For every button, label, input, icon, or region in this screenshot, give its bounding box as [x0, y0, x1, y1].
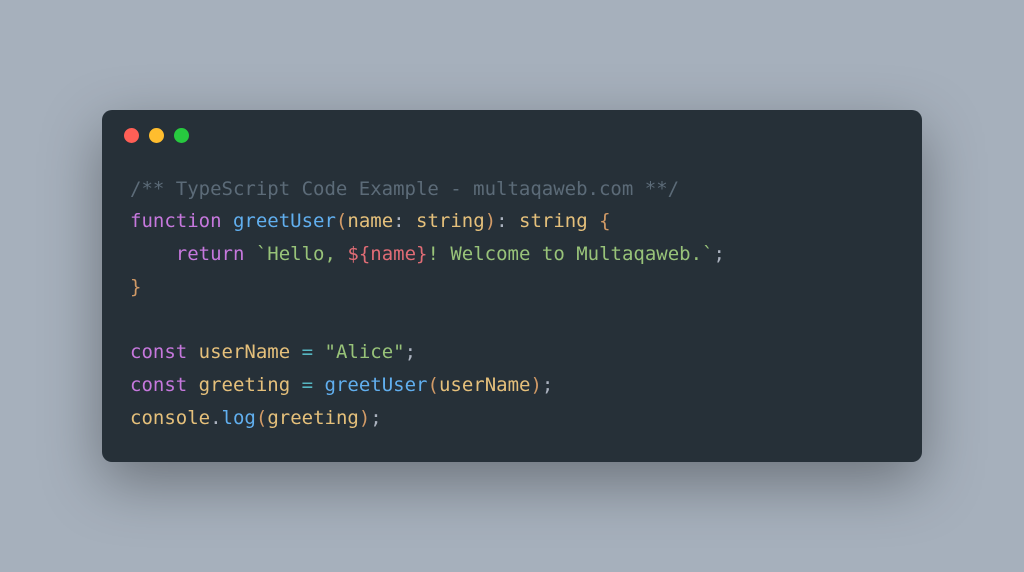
interp-close: } — [416, 243, 427, 265]
argument: greeting — [267, 407, 359, 429]
semicolon: ; — [405, 341, 416, 363]
type-annotation: string — [416, 210, 485, 232]
keyword-return: return — [176, 243, 245, 265]
window-titlebar — [102, 110, 922, 153]
keyword-const: const — [130, 341, 187, 363]
keyword-function: function — [130, 210, 222, 232]
code-window: /** TypeScript Code Example - multaqaweb… — [102, 110, 922, 462]
code-content: /** TypeScript Code Example - multaqaweb… — [102, 153, 922, 462]
variable-name: userName — [199, 341, 291, 363]
operator-eq: = — [302, 341, 313, 363]
paren: ( — [336, 210, 347, 232]
console-object: console — [130, 407, 210, 429]
operator-eq: = — [302, 374, 313, 396]
template-string: `Hello, — [256, 243, 348, 265]
string-literal: "Alice" — [325, 341, 405, 363]
function-call: greetUser — [325, 374, 428, 396]
return-type: string — [519, 210, 588, 232]
template-string: ! Welcome to Multaqaweb.` — [427, 243, 713, 265]
interp-open: ${ — [347, 243, 370, 265]
semicolon: ; — [542, 374, 553, 396]
paren: ( — [256, 407, 267, 429]
close-icon[interactable] — [124, 128, 139, 143]
colon: : — [393, 210, 404, 232]
indent — [130, 243, 176, 265]
method-name: log — [222, 407, 256, 429]
paren: ) — [485, 210, 496, 232]
keyword-const: const — [130, 374, 187, 396]
dot: . — [210, 407, 221, 429]
variable-name: greeting — [199, 374, 291, 396]
paren: ) — [530, 374, 541, 396]
code-comment: /** TypeScript Code Example - multaqaweb… — [130, 178, 679, 200]
paren: ) — [359, 407, 370, 429]
maximize-icon[interactable] — [174, 128, 189, 143]
function-name: greetUser — [233, 210, 336, 232]
interp-variable: name — [370, 243, 416, 265]
brace: } — [130, 276, 141, 298]
brace: { — [599, 210, 610, 232]
semicolon: ; — [713, 243, 724, 265]
minimize-icon[interactable] — [149, 128, 164, 143]
colon: : — [496, 210, 507, 232]
param-name: name — [347, 210, 393, 232]
argument: userName — [439, 374, 531, 396]
semicolon: ; — [370, 407, 381, 429]
paren: ( — [427, 374, 438, 396]
